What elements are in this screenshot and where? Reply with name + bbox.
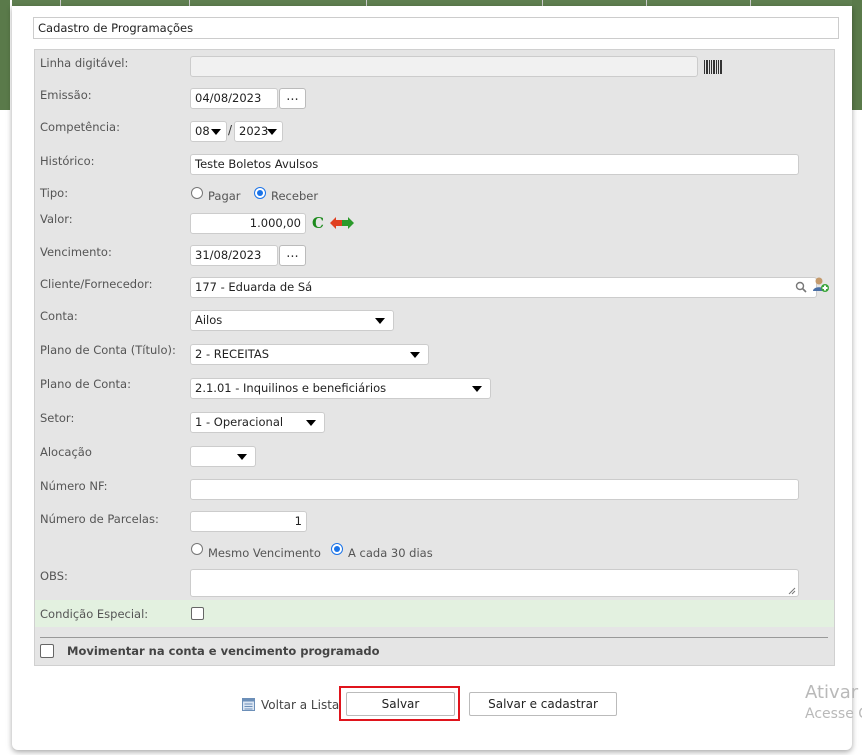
- label-numero-parcelas: Número de Parcelas:: [40, 512, 159, 526]
- list-icon[interactable]: [242, 698, 255, 711]
- activation-watermark-subtitle: Acesse C: [805, 706, 862, 722]
- label-vencimento: Vencimento:: [40, 245, 112, 259]
- label-condicao-especial: Condição Especial:: [40, 607, 149, 621]
- label-setor: Setor:: [40, 411, 75, 425]
- label-plano-conta-titulo: Plano de Conta (Título):: [40, 343, 176, 357]
- condicao-especial-row: [35, 600, 834, 627]
- barcode-icon[interactable]: [704, 60, 723, 74]
- calculator-icon[interactable]: C: [312, 214, 324, 232]
- label-alocacao: Alocação: [40, 445, 92, 459]
- label-competencia: Competência:: [40, 120, 120, 134]
- chevron-down-icon: [306, 420, 316, 426]
- plano-conta-titulo-value: 2 - RECEITAS: [195, 347, 270, 361]
- mesmo-vencimento-label: Mesmo Vencimento: [208, 546, 321, 560]
- label-numero-nf: Número NF:: [40, 479, 108, 493]
- voltar-lista-link[interactable]: Voltar a Lista: [261, 698, 339, 712]
- setor-select[interactable]: 1 - Operacional: [190, 412, 325, 433]
- movimentar-checkbox[interactable]: [40, 644, 54, 658]
- conta-value: Ailos: [195, 313, 223, 327]
- chevron-down-icon: [375, 318, 385, 324]
- obs-textarea[interactable]: [190, 569, 799, 597]
- chevron-down-icon: [211, 129, 221, 135]
- resize-handle-icon[interactable]: [788, 587, 796, 595]
- activation-watermark-title: Ativar: [805, 682, 859, 703]
- salvar-button[interactable]: Salvar: [346, 692, 455, 716]
- divider: [40, 637, 828, 638]
- competencia-ano-select[interactable]: 2023: [234, 121, 283, 142]
- background-panel-right: [852, 0, 862, 110]
- chevron-down-icon: [472, 386, 482, 392]
- linha-digitavel-input[interactable]: [190, 56, 698, 77]
- plano-conta-titulo-select[interactable]: 2 - RECEITAS: [190, 344, 429, 365]
- programacao-dialog: Cadastro de Programações Linha digitável…: [12, 6, 862, 750]
- emissao-calendar-button[interactable]: ...: [279, 88, 306, 109]
- competencia-mes-value: 08: [195, 124, 210, 138]
- label-valor: Valor:: [40, 212, 73, 226]
- numero-parcelas-input[interactable]: 1: [190, 511, 307, 532]
- background-panel-left: [0, 0, 10, 110]
- chevron-down-icon: [237, 454, 247, 460]
- numero-nf-input[interactable]: [190, 479, 799, 500]
- tipo-receber-radio[interactable]: [254, 187, 266, 199]
- emissao-date-input[interactable]: 04/08/2023: [190, 88, 278, 109]
- chevron-down-icon: [410, 352, 420, 358]
- movimentar-label: Movimentar na conta e vencimento program…: [67, 644, 380, 658]
- plano-conta-value: 2.1.01 - Inquilinos e beneficiários: [195, 381, 387, 395]
- swap-arrows-icon[interactable]: [330, 217, 354, 229]
- label-obs: OBS:: [40, 569, 68, 583]
- setor-value: 1 - Operacional: [195, 415, 284, 429]
- label-conta: Conta:: [40, 309, 78, 323]
- tipo-receber-label: Receber: [271, 189, 319, 203]
- salvar-cadastrar-button[interactable]: Salvar e cadastrar: [469, 692, 617, 716]
- condicao-especial-checkbox[interactable]: [191, 607, 204, 620]
- label-tipo: Tipo:: [40, 186, 69, 200]
- label-historico: Histórico:: [40, 154, 95, 168]
- tipo-pagar-radio[interactable]: [191, 187, 203, 199]
- label-plano-conta: Plano de Conta:: [40, 377, 131, 391]
- vencimento-calendar-button[interactable]: ...: [279, 245, 306, 266]
- a-cada-30-dias-label: A cada 30 dias: [348, 546, 433, 560]
- competencia-mes-select[interactable]: 08: [190, 121, 227, 142]
- competencia-separator: /: [228, 123, 233, 137]
- conta-select[interactable]: Ailos: [190, 310, 394, 331]
- vencimento-date-input[interactable]: 31/08/2023: [190, 245, 278, 266]
- cliente-fornecedor-input[interactable]: 177 - Eduarda de Sá: [190, 277, 817, 298]
- label-cliente-fornecedor: Cliente/Fornecedor:: [40, 277, 153, 291]
- search-icon[interactable]: [795, 281, 807, 293]
- a-cada-30-dias-radio[interactable]: [331, 543, 343, 555]
- tipo-pagar-label: Pagar: [208, 189, 241, 203]
- add-user-icon[interactable]: [812, 276, 830, 294]
- competencia-ano-value: 2023: [239, 124, 269, 138]
- mesmo-vencimento-radio[interactable]: [191, 543, 203, 555]
- form-panel: Linha digitável: Emissão: 04/08/2023 ...…: [34, 49, 835, 666]
- label-linha-digitavel: Linha digitável:: [40, 56, 129, 70]
- alocacao-select[interactable]: [190, 446, 256, 467]
- plano-conta-select[interactable]: 2.1.01 - Inquilinos e beneficiários: [190, 378, 491, 399]
- dialog-title: Cadastro de Programações: [33, 17, 839, 39]
- valor-input[interactable]: 1.000,00: [190, 213, 306, 234]
- historico-input[interactable]: Teste Boletos Avulsos: [190, 154, 799, 175]
- chevron-down-icon: [267, 129, 277, 135]
- label-emissao: Emissão:: [40, 88, 92, 102]
